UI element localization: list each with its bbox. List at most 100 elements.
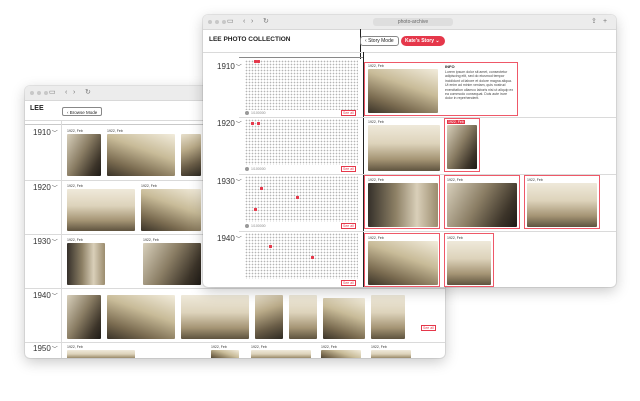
see-all-button[interactable]: See all (341, 280, 356, 286)
row-divider (25, 288, 445, 289)
photo-thumbnail[interactable] (289, 295, 317, 339)
grid-count: 1/100000 (251, 167, 266, 171)
decade-1930-label[interactable]: 1930﹀ (33, 237, 58, 246)
grid-cell-selected[interactable] (296, 196, 299, 199)
photo-caption: 1922, Feb (368, 64, 384, 68)
see-all-button[interactable]: See all (341, 166, 356, 172)
story-select-dropdown[interactable]: Kate's Story ⌄ (401, 36, 445, 46)
grid-count: 1/100000 (251, 111, 266, 115)
front-browser-window: ▭ ‹ › ↻ photo-archive ⇪ + LEE PHOTO COLL… (203, 15, 616, 287)
browse-mode-button[interactable]: ‹ Browse Mode (62, 107, 103, 116)
photo-thumbnail[interactable] (447, 125, 477, 169)
back-icon[interactable]: ‹ (243, 18, 245, 26)
decade-1910-label[interactable]: 1910﹀ (33, 128, 58, 137)
photo-thumbnail[interactable] (371, 350, 411, 358)
photo-thumbnail[interactable] (251, 350, 311, 358)
photo-thumbnail[interactable] (181, 134, 201, 176)
photo-thumbnail[interactable] (323, 298, 365, 339)
see-all-button[interactable]: See all (341, 223, 356, 229)
new-tab-icon[interactable]: + (603, 18, 607, 26)
grid-cell-selected[interactable] (257, 122, 260, 125)
decade-1930-label[interactable]: 1930﹀ (217, 177, 242, 186)
grid-cell-selected[interactable] (254, 208, 257, 211)
decade-1920-label[interactable]: 1920﹀ (217, 119, 242, 128)
photo-thumbnail[interactable] (255, 295, 283, 339)
decade-1910-photo-grid[interactable] (245, 60, 358, 110)
photo-thumbnail[interactable] (181, 295, 249, 339)
sidebar-icon[interactable]: ▭ (227, 18, 234, 26)
photo-caption: 1922, Feb (67, 238, 83, 242)
photo-caption: 1922, Feb (143, 238, 159, 242)
photo-thumbnail[interactable] (447, 183, 517, 227)
chevron-down-icon: ⌄ (435, 38, 440, 44)
photo-thumbnail[interactable] (67, 189, 135, 231)
photo-caption: 1922, Feb (251, 345, 267, 349)
photo-thumbnail[interactable] (67, 134, 101, 176)
window-controls[interactable] (208, 20, 226, 24)
decade-1940-label[interactable]: 1940﹀ (33, 291, 58, 300)
photo-caption: 1922, Feb (67, 129, 83, 133)
photo-thumbnail[interactable] (143, 243, 201, 285)
decade-1950-label[interactable]: 1950﹀ (33, 344, 58, 353)
grid-cell-selected[interactable] (260, 187, 263, 190)
grid-count-icon (245, 224, 249, 228)
share-icon[interactable]: ⇪ (591, 18, 597, 26)
reload-icon[interactable]: ↻ (85, 89, 91, 97)
window-controls[interactable] (30, 91, 48, 95)
decade-1940-label[interactable]: 1940﹀ (217, 234, 242, 243)
address-bar[interactable]: photo-archive (373, 18, 453, 26)
decade-1940-photo-grid[interactable] (245, 233, 358, 279)
photo-caption: 1922, Feb (527, 178, 543, 182)
photo-thumbnail[interactable] (67, 243, 105, 285)
divider (203, 52, 616, 53)
forward-icon[interactable]: › (73, 89, 75, 97)
decade-1920-photo-grid[interactable] (245, 119, 358, 165)
grid-cell-selected[interactable] (311, 256, 314, 259)
photo-caption: 1922, Feb (368, 236, 384, 240)
decade-1910-label[interactable]: 1910﹀ (217, 62, 242, 71)
photo-thumbnail[interactable] (368, 241, 438, 285)
grid-count-icon (245, 167, 249, 171)
row-divider (25, 342, 445, 343)
grid-cell-selected[interactable] (257, 60, 260, 63)
photo-caption: 1922, Feb (447, 178, 463, 182)
see-all-button[interactable]: See all (341, 110, 356, 116)
browse-mode-label: Browse Mode (69, 110, 98, 115)
photo-caption: 1922, Feb (371, 345, 387, 349)
photo-caption: 1922, Feb (67, 345, 83, 349)
decade-1920-label[interactable]: 1920﹀ (33, 183, 58, 192)
back-icon[interactable]: ‹ (65, 89, 67, 97)
photo-caption: 1922, Feb (368, 120, 384, 124)
photo-thumbnail[interactable] (67, 350, 135, 358)
photo-caption: 1922, Feb (141, 184, 157, 188)
photo-thumbnail[interactable] (141, 189, 201, 231)
forward-icon[interactable]: › (251, 18, 253, 26)
photo-thumbnail[interactable] (368, 69, 438, 113)
photo-thumbnail[interactable] (107, 134, 175, 176)
photo-thumbnail[interactable] (67, 295, 101, 339)
photo-thumbnail[interactable] (447, 241, 491, 285)
row-divider (239, 117, 616, 118)
grid-count-icon (245, 111, 249, 115)
photo-thumbnail[interactable] (527, 183, 597, 227)
timeline-ruler (239, 57, 363, 58)
see-all-button[interactable]: See all (421, 325, 436, 331)
photo-thumbnail[interactable] (371, 295, 405, 339)
sidebar-icon[interactable]: ▭ (49, 89, 56, 97)
info-title: INFO (445, 64, 455, 69)
grid-cell-selected[interactable] (269, 245, 272, 248)
photo-thumbnail[interactable] (368, 183, 438, 227)
decade-1930-photo-grid[interactable] (245, 176, 358, 222)
photo-caption: 1922, Feb (368, 178, 384, 182)
photo-thumbnail[interactable] (321, 350, 361, 358)
photo-thumbnail[interactable] (368, 125, 440, 171)
photo-thumbnail[interactable] (107, 295, 175, 339)
story-mode-button[interactable]: ‹ Story Mode (360, 36, 399, 46)
reload-icon[interactable]: ↻ (263, 18, 269, 26)
grid-cell-selected[interactable] (251, 122, 254, 125)
photo-caption: 1922, Feb (67, 184, 83, 188)
info-text: Lorem ipsum dolor sit amet, consectetur … (445, 70, 514, 101)
photo-caption: 1922, Feb (211, 345, 227, 349)
photo-caption: 1922, Feb (447, 120, 465, 124)
photo-thumbnail[interactable] (211, 350, 239, 358)
